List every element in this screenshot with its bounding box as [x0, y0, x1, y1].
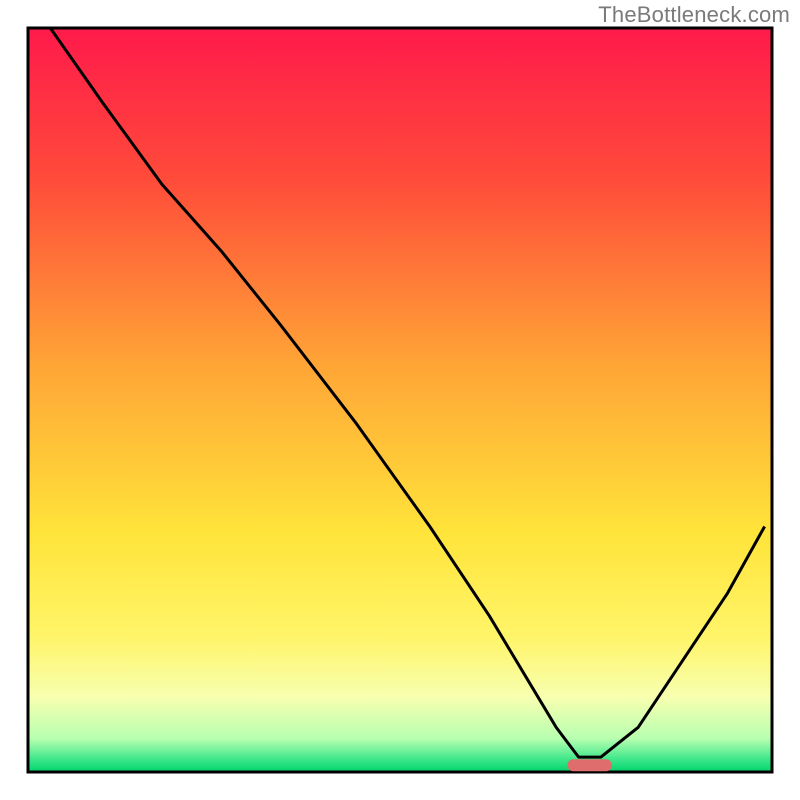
plot-area: [28, 28, 772, 772]
watermark-label: TheBottleneck.com: [598, 2, 790, 28]
bottleneck-chart: [0, 0, 800, 800]
chart-frame: TheBottleneck.com: [0, 0, 800, 800]
optimal-range-marker: [567, 759, 612, 771]
plot-background: [28, 28, 772, 772]
